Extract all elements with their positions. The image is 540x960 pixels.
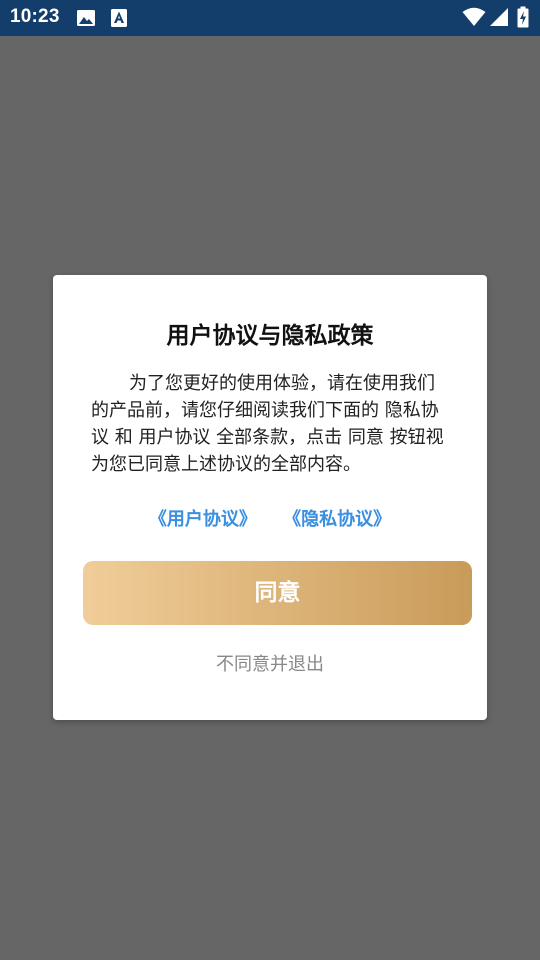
user-agreement-link[interactable]: 《用户协议》 bbox=[149, 505, 257, 531]
decline-and-exit-button[interactable]: 不同意并退出 bbox=[53, 650, 487, 676]
image-icon bbox=[76, 8, 96, 32]
signal-icon bbox=[489, 7, 509, 31]
status-time: 10:23 bbox=[10, 6, 60, 27]
privacy-agreement-link[interactable]: 《隐私协议》 bbox=[283, 505, 391, 531]
screen: 10:23 用户协议与隐私政策 为了您更好的使用体验，请在使用我们的产品前，请您… bbox=[0, 0, 540, 960]
dialog-body-text: 为了您更好的使用体验，请在使用我们的产品前，请您仔细阅读我们下面的 隐私协议 和… bbox=[91, 373, 444, 475]
agreement-dialog: 用户协议与隐私政策 为了您更好的使用体验，请在使用我们的产品前，请您仔细阅读我们… bbox=[53, 275, 487, 720]
font-a-icon bbox=[110, 8, 128, 32]
battery-charging-icon bbox=[517, 6, 529, 32]
status-bar: 10:23 bbox=[0, 0, 540, 36]
agreement-links: 《用户协议》 《隐私协议》 bbox=[53, 505, 487, 531]
agree-button[interactable]: 同意 bbox=[83, 561, 472, 625]
dialog-title: 用户协议与隐私政策 bbox=[166, 323, 374, 349]
wifi-icon bbox=[462, 7, 486, 31]
